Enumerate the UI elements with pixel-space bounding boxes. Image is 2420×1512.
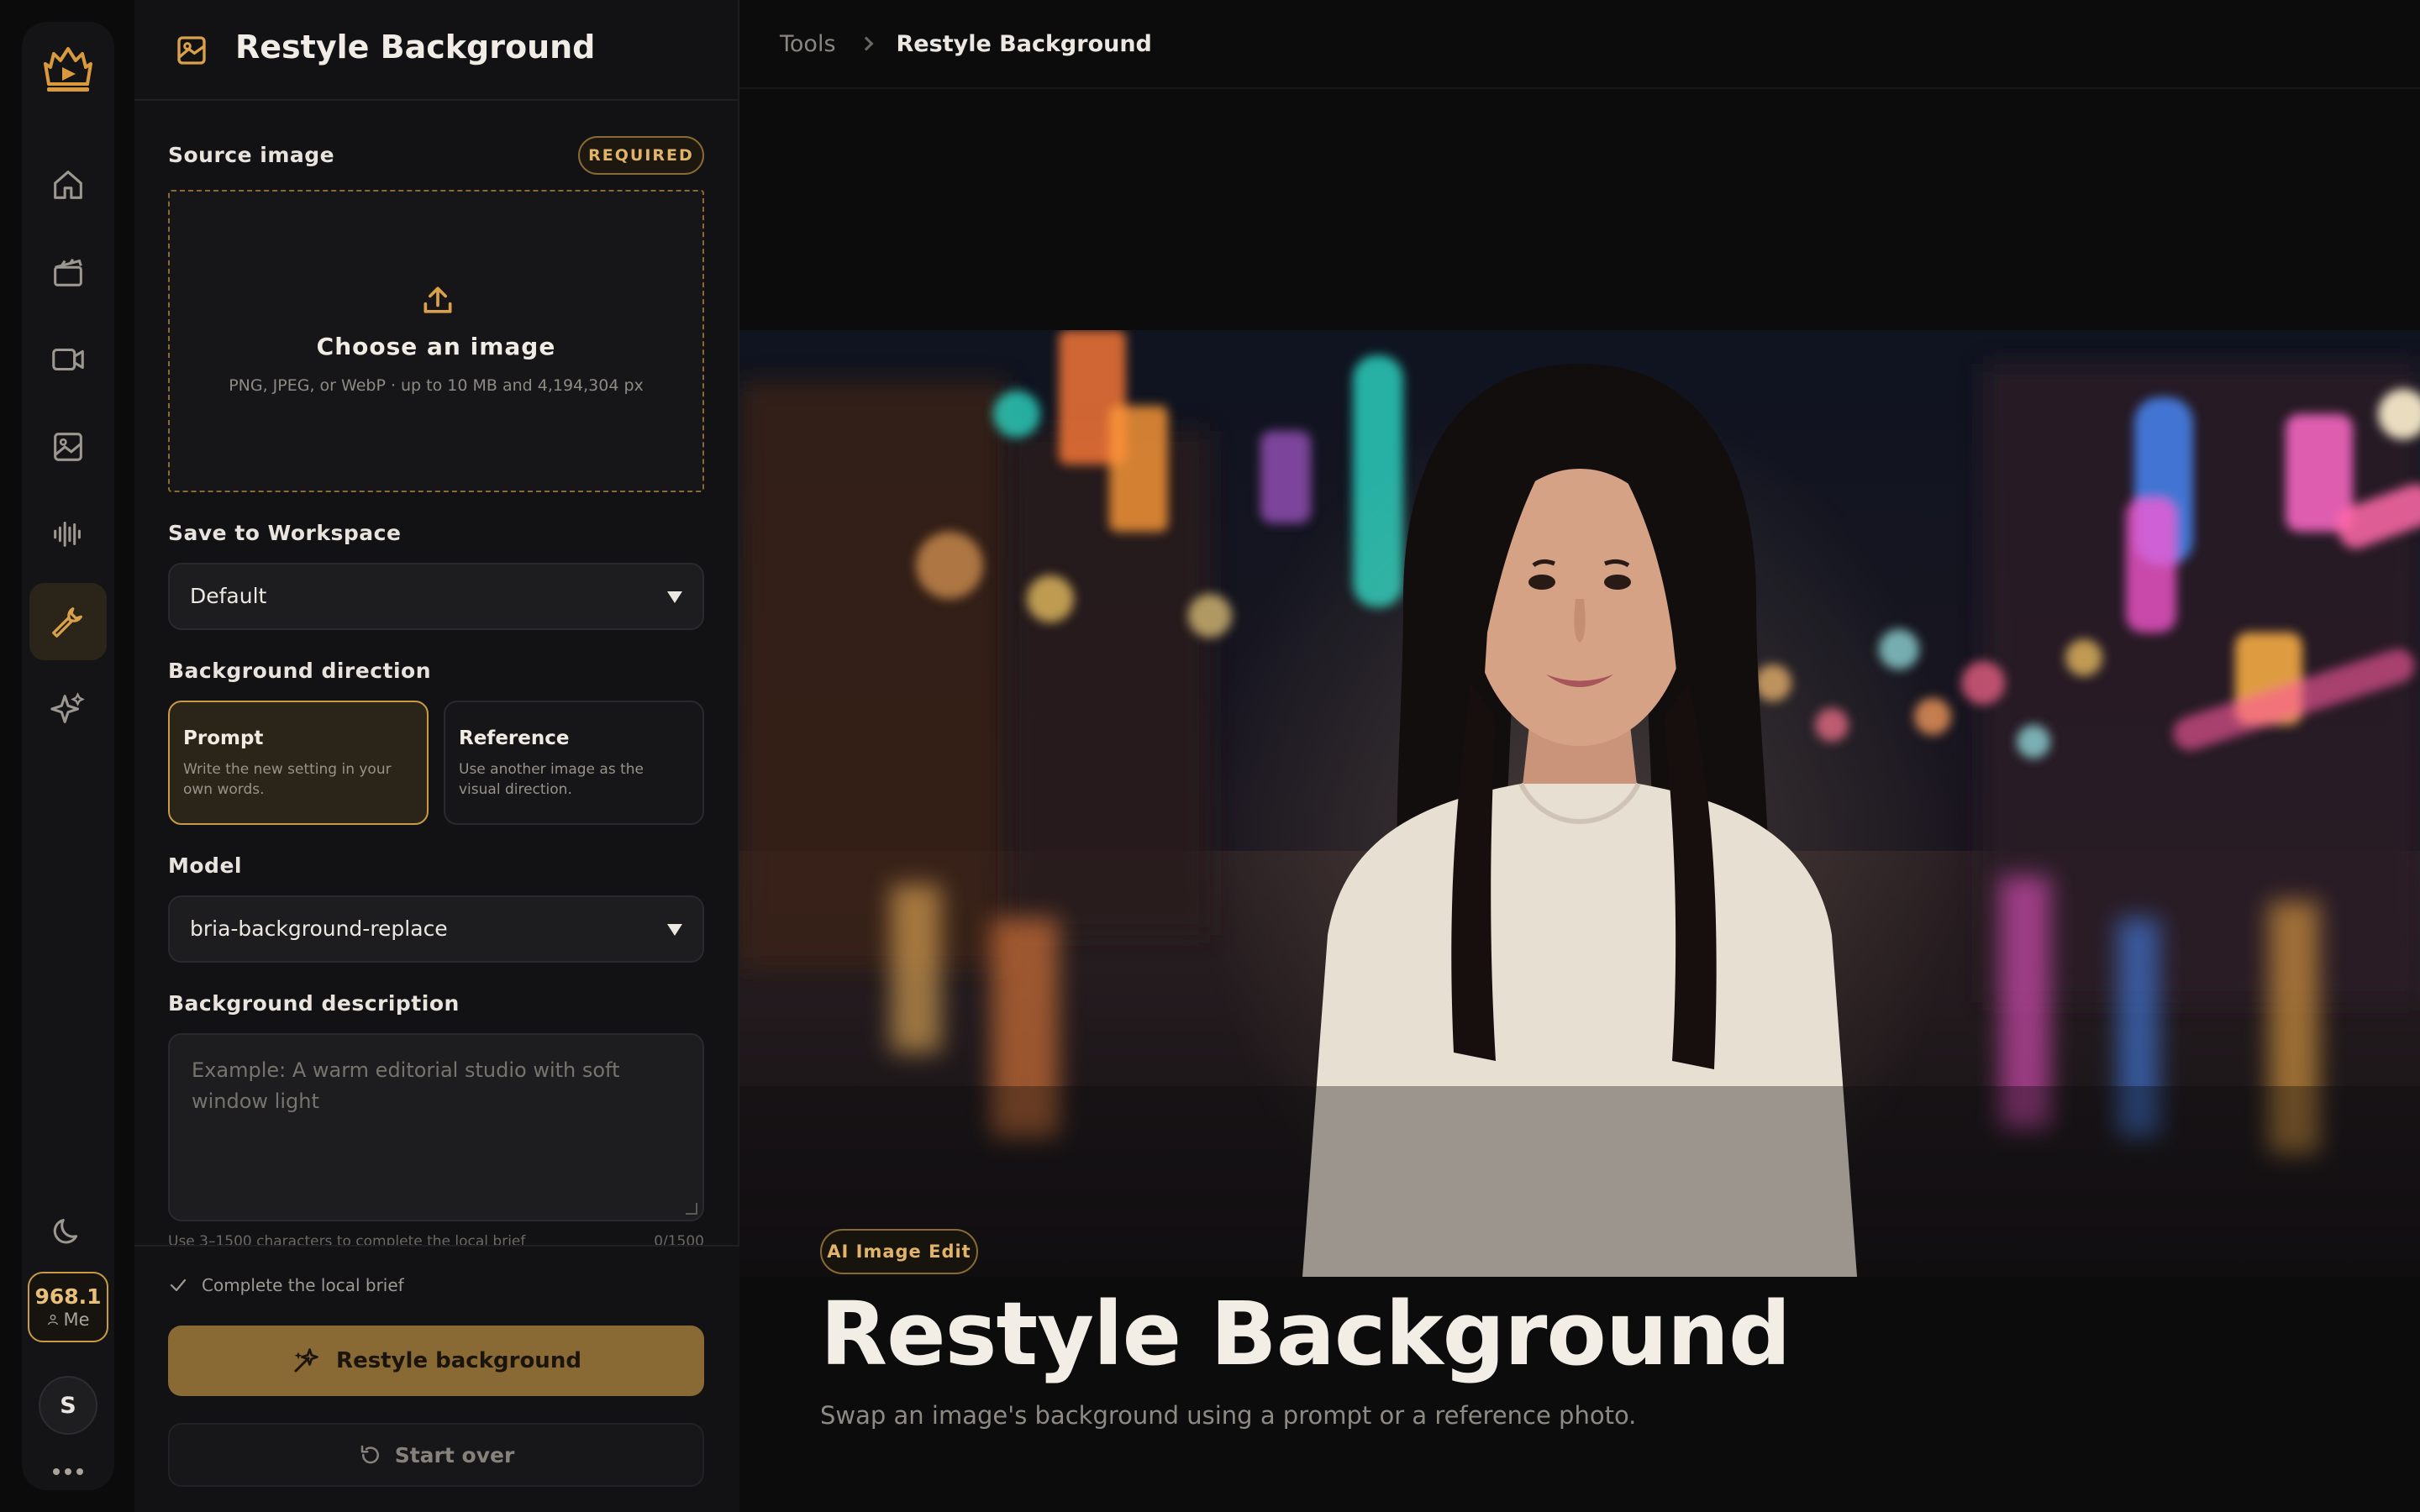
caret-down-icon [667, 924, 682, 936]
nav-projects-button[interactable] [29, 234, 107, 311]
brand-logo-icon[interactable] [39, 42, 97, 101]
required-badge: REQUIRED [578, 136, 704, 175]
magic-wand-icon [294, 1348, 318, 1373]
video-icon [52, 348, 84, 371]
breadcrumb-tools-link[interactable]: Tools [780, 31, 836, 57]
nav-video-button[interactable] [29, 321, 107, 398]
user-icon [48, 1315, 59, 1326]
nav-rail: 968.1 Me S [22, 22, 114, 1490]
background-direction-label: Background direction [168, 659, 432, 683]
background-description-label: Background description [168, 991, 460, 1016]
hero-image [739, 330, 2420, 1277]
workspace-value: Default [190, 584, 267, 608]
nav-audio-button[interactable] [29, 496, 107, 573]
chevron-right-icon [859, 36, 874, 51]
avatar[interactable]: S [39, 1376, 97, 1435]
image-upload-dropzone[interactable]: Choose an image PNG, JPEG, or WebP · up … [168, 190, 704, 492]
tool-form-panel: Restyle Background Source image REQUIRED… [134, 0, 739, 1512]
credits-owner: Me [46, 1310, 90, 1330]
direction-option-reference[interactable]: Reference Use another image as the visua… [444, 701, 704, 825]
app-root: 968.1 Me S Restyle Background Source ima… [0, 0, 2420, 1512]
char-count: 0/1500 [654, 1233, 704, 1245]
panel-header: Restyle Background [134, 0, 739, 101]
nav-image-button[interactable] [29, 408, 107, 486]
moon-icon [53, 1219, 78, 1244]
more-dot-icon [76, 1468, 83, 1475]
panel-footer: Complete the local brief Restyle backgro… [134, 1245, 739, 1512]
option-description: Use another image as the visual directio… [459, 761, 644, 798]
upload-hint: PNG, JPEG, or WebP · up to 10 MB and 4,1… [229, 376, 644, 395]
option-description: Write the new setting in your own words. [183, 761, 392, 798]
more-menu-button[interactable] [39, 1453, 97, 1490]
option-title: Prompt [183, 727, 264, 749]
ai-image-edit-badge: AI Image Edit [820, 1229, 978, 1274]
restyle-background-button[interactable]: Restyle background [168, 1326, 704, 1396]
helper-text: Use 3–1500 characters to complete the lo… [168, 1233, 526, 1245]
primary-button-label: Restyle background [336, 1348, 581, 1373]
image-icon [177, 36, 206, 65]
checklist-item: Complete the local brief [168, 1275, 404, 1295]
more-dot-icon [65, 1468, 71, 1475]
refresh-icon [360, 1445, 379, 1464]
checklist-label: Complete the local brief [202, 1275, 404, 1295]
clapperboard-icon [54, 258, 82, 286]
credits-balance[interactable]: 968.1 Me [28, 1272, 108, 1342]
resize-handle-icon[interactable] [686, 1203, 697, 1215]
textarea-placeholder: Example: A warm editorial studio with so… [192, 1058, 620, 1113]
theme-toggle-button[interactable] [29, 1193, 107, 1270]
nav-home-button[interactable] [29, 146, 107, 223]
caret-down-icon [667, 591, 682, 603]
sparkles-icon [50, 692, 85, 723]
option-title: Reference [459, 727, 570, 749]
workspace-select[interactable]: Default [168, 563, 704, 630]
upload-icon [424, 286, 452, 313]
panel-title: Restyle Background [235, 29, 596, 66]
model-value: bria-background-replace [190, 916, 448, 941]
main-preview: Tools Restyle Background AI Image Edit R… [739, 0, 2420, 1512]
home-icon [54, 171, 82, 199]
direction-option-prompt[interactable]: Prompt Write the new setting in your own… [168, 701, 429, 825]
breadcrumb: Tools Restyle Background [739, 0, 2420, 89]
model-select[interactable]: bria-background-replace [168, 895, 704, 963]
wrench-icon [52, 607, 82, 638]
credits-value: 968.1 [34, 1284, 102, 1309]
description-helper: Use 3–1500 characters to complete the lo… [168, 1233, 704, 1245]
source-image-label: Source image [168, 143, 335, 167]
model-label: Model [168, 853, 242, 878]
nav-ai-button[interactable] [29, 670, 107, 748]
start-over-button[interactable]: Start over [168, 1423, 704, 1487]
background-description-textarea[interactable]: Example: A warm editorial studio with so… [168, 1033, 704, 1221]
more-dot-icon [53, 1468, 60, 1475]
page-title: Restyle Background [820, 1283, 1791, 1385]
secondary-button-label: Start over [394, 1442, 515, 1467]
check-icon [170, 1278, 187, 1292]
night-street-portrait-image [739, 330, 2420, 1277]
page-subtitle: Swap an image's background using a promp… [820, 1401, 1637, 1430]
upload-title: Choose an image [316, 333, 556, 360]
image-icon [54, 433, 82, 461]
workspace-label: Save to Workspace [168, 521, 402, 545]
breadcrumb-current: Restyle Background [896, 30, 1152, 57]
nav-tools-button[interactable] [29, 583, 107, 660]
credits-owner-label: Me [63, 1310, 90, 1330]
audio-waveform-icon [54, 522, 81, 547]
